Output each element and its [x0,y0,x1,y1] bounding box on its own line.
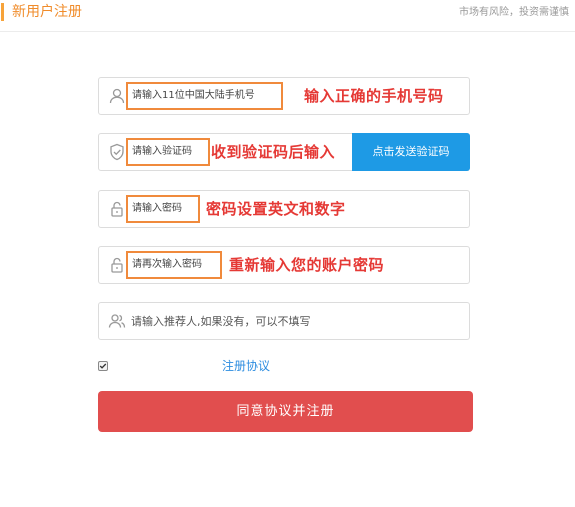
register-button[interactable]: 同意协议并注册 [98,391,473,432]
code-annotation: 收到验证码后输入 [211,143,336,161]
lock-icon [108,200,126,218]
lock-icon [108,256,126,274]
code-input[interactable]: 请输入验证码 [126,138,210,166]
agreement-link[interactable]: 注册协议 [222,358,270,374]
risk-notice: 市场有风险，投资需谨慎 [459,7,569,18]
page-header: 新用户注册 市场有风险，投资需谨慎 [0,0,575,30]
send-code-button[interactable]: 点击发送验证码 [352,133,470,171]
agreement-checkbox[interactable] [98,361,108,371]
referrer-field[interactable]: 请输入推荐人,如果没有，可以不填写 [98,302,470,340]
confirm-password-field[interactable]: 请再次输入密码 重新输入您的账户密码 [98,246,470,284]
header-accent-bar [1,3,4,21]
users-icon [108,312,126,330]
confirm-password-input[interactable]: 请再次输入密码 [126,251,222,279]
phone-input[interactable]: 请输入11位中国大陆手机号 [126,82,283,110]
page-title: 新用户注册 [12,4,82,20]
confirm-password-annotation: 重新输入您的账户密码 [229,256,385,274]
password-input[interactable]: 请输入密码 [126,195,200,223]
shield-icon [108,143,126,161]
user-icon [108,87,126,105]
header-divider [0,31,575,32]
phone-field[interactable]: 请输入11位中国大陆手机号 输入正确的手机号码 [98,77,470,115]
password-annotation: 密码设置英文和数字 [206,200,346,218]
referrer-input[interactable]: 请输入推荐人,如果没有，可以不填写 [131,315,311,329]
code-field[interactable]: 请输入验证码 收到验证码后输入 点击发送验证码 [98,133,470,171]
password-field[interactable]: 请输入密码 密码设置英文和数字 [98,190,470,228]
phone-annotation: 输入正确的手机号码 [304,87,444,105]
